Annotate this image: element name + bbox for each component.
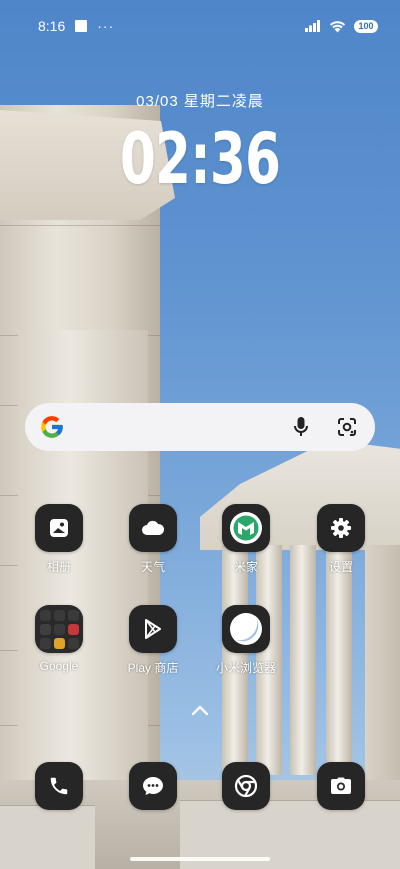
camera-icon <box>317 762 365 810</box>
google-g-icon <box>41 416 63 438</box>
app-mi-browser[interactable]: 小米浏览器 <box>206 605 286 676</box>
wallpaper-column <box>326 545 352 775</box>
gallery-icon <box>35 504 83 552</box>
app-gallery[interactable]: 相册 <box>19 504 99 575</box>
wallpaper-pillar <box>0 105 160 805</box>
weather-icon <box>129 504 177 552</box>
chevron-up-icon[interactable] <box>189 702 211 718</box>
battery-icon: 100 <box>354 19 378 33</box>
folder-icon <box>35 605 83 653</box>
status-bar: 8:16 ··· 100 <box>0 0 400 52</box>
chrome-icon <box>222 762 270 810</box>
wallpaper-column <box>290 545 316 775</box>
app-weather[interactable]: 天气 <box>113 504 193 575</box>
dock-phone[interactable] <box>19 762 99 810</box>
settings-icon <box>317 504 365 552</box>
app-label: 相册 <box>46 560 71 574</box>
mi-browser-icon <box>222 605 270 653</box>
messages-icon <box>129 762 177 810</box>
notification-icon <box>75 20 88 32</box>
phone-icon <box>35 762 83 810</box>
dock-messages[interactable] <box>113 762 193 810</box>
app-label: 设置 <box>328 560 353 574</box>
app-play-store[interactable]: Play 商店 <box>113 605 193 676</box>
app-label: Google <box>39 659 79 673</box>
app-label: Play 商店 <box>127 661 179 675</box>
status-time: 8:16 <box>38 18 66 34</box>
mi-home-icon <box>222 504 270 552</box>
wallpaper-temple-wall <box>365 545 400 785</box>
clock-time[interactable]: 02:36 <box>36 118 364 200</box>
dock-chrome[interactable] <box>206 762 286 810</box>
lens-icon <box>338 418 356 436</box>
mic-icon <box>294 417 308 436</box>
app-mi-home[interactable]: 米家 <box>206 504 286 575</box>
app-settings[interactable]: 设置 <box>301 504 381 575</box>
app-label: 米家 <box>233 560 258 574</box>
lens-search-button[interactable] <box>333 413 361 441</box>
voice-search-button[interactable] <box>287 413 315 441</box>
app-label: 小米浏览器 <box>215 661 276 675</box>
more-notifications-icon: ··· <box>97 18 115 34</box>
signal-icon <box>305 20 320 32</box>
wallpaper-rock <box>0 805 95 869</box>
wifi-icon <box>329 20 346 32</box>
home-indicator[interactable] <box>130 857 270 861</box>
app-folder-google[interactable]: Google <box>19 605 99 673</box>
date-label: 03/03 星期二凌晨 <box>136 93 264 110</box>
google-search-bar[interactable] <box>25 403 375 451</box>
dock-camera[interactable] <box>301 762 381 810</box>
app-label: 天气 <box>140 560 165 574</box>
play-store-icon <box>129 605 177 653</box>
